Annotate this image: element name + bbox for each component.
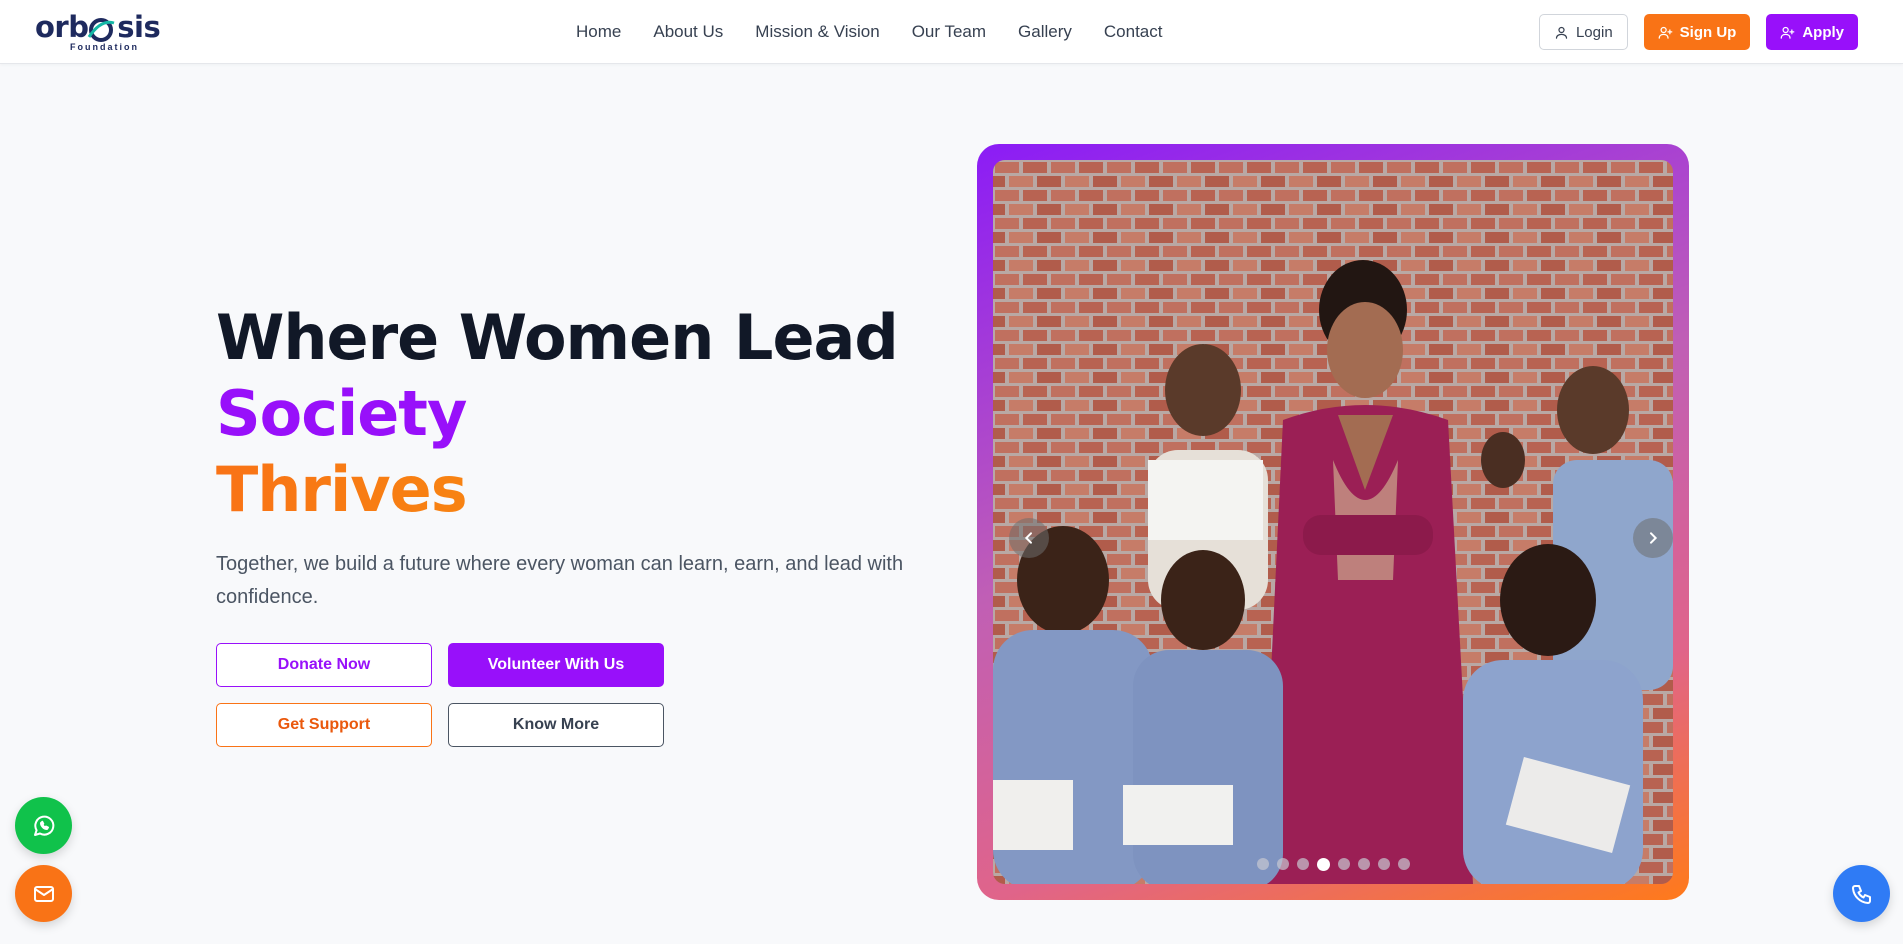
carousel-prev-button[interactable] — [1009, 518, 1049, 558]
nav-about-us[interactable]: About Us — [637, 22, 739, 42]
whatsapp-icon — [33, 815, 54, 836]
logo-subtitle: Foundation — [70, 42, 139, 52]
hero-carousel — [977, 144, 1689, 900]
signup-button[interactable]: Sign Up — [1643, 14, 1751, 50]
hero-subtitle: Together, we build a future where every … — [216, 553, 904, 608]
user-icon — [1555, 26, 1568, 39]
site-header: orb sis Foundation Home About Us Mission… — [0, 0, 1903, 64]
signup-label: Sign Up — [1679, 23, 1737, 41]
phone-icon — [1851, 884, 1871, 904]
carousel-dot-active[interactable] — [1316, 858, 1330, 871]
nav-home[interactable]: Home — [560, 22, 637, 42]
logo-ring-icon — [87, 18, 115, 42]
carousel-dot[interactable] — [1397, 858, 1410, 870]
carousel-dot[interactable] — [1276, 858, 1289, 870]
get-support-button[interactable]: Get Support — [216, 703, 432, 747]
hero-title-line1: Where Women Lead — [216, 301, 899, 374]
mail-icon — [33, 885, 54, 902]
carousel-slide-image — [993, 160, 1673, 884]
volunteer-button[interactable]: Volunteer With Us — [448, 643, 664, 687]
apply-label: Apply — [1802, 23, 1844, 41]
know-more-button[interactable]: Know More — [448, 703, 664, 747]
hero-title-line2: Society — [216, 377, 467, 450]
whatsapp-button[interactable] — [15, 797, 72, 854]
carousel-dot[interactable] — [1296, 858, 1309, 870]
carousel-indicators — [993, 858, 1673, 871]
carousel-next-button[interactable] — [1633, 518, 1673, 558]
login-button[interactable]: Login — [1538, 14, 1628, 50]
brand-logo[interactable]: orb sis Foundation — [35, 10, 161, 54]
main-nav: Home About Us Mission & Vision Our Team … — [560, 0, 1178, 64]
phone-button[interactable] — [1833, 865, 1890, 922]
chevron-left-icon — [1024, 532, 1032, 544]
user-plus-icon — [1658, 26, 1673, 39]
nav-contact[interactable]: Contact — [1088, 22, 1179, 42]
chevron-right-icon — [1650, 532, 1658, 544]
nav-gallery[interactable]: Gallery — [1002, 22, 1088, 42]
carousel-dot[interactable] — [1377, 858, 1390, 870]
carousel-dot[interactable] — [1357, 858, 1370, 870]
auth-actions: Login Sign Up Apply — [1538, 14, 1858, 50]
carousel-dot[interactable] — [1337, 858, 1350, 870]
apply-button[interactable]: Apply — [1766, 14, 1858, 50]
hero-title: Where Women Lead Society Thrives — [216, 300, 899, 528]
hero-cta-group: Donate Now Volunteer With Us Get Support… — [216, 643, 664, 747]
donate-now-button[interactable]: Donate Now — [216, 643, 432, 687]
nav-our-team[interactable]: Our Team — [896, 22, 1002, 42]
email-button[interactable] — [15, 865, 72, 922]
carousel-dot[interactable] — [1256, 858, 1269, 870]
user-plus-icon — [1780, 26, 1795, 39]
hero-title-line3: Thrives — [216, 452, 898, 528]
nav-mission-vision[interactable]: Mission & Vision — [739, 22, 895, 42]
login-label: Login — [1575, 23, 1613, 41]
slide-photo — [993, 160, 1673, 884]
